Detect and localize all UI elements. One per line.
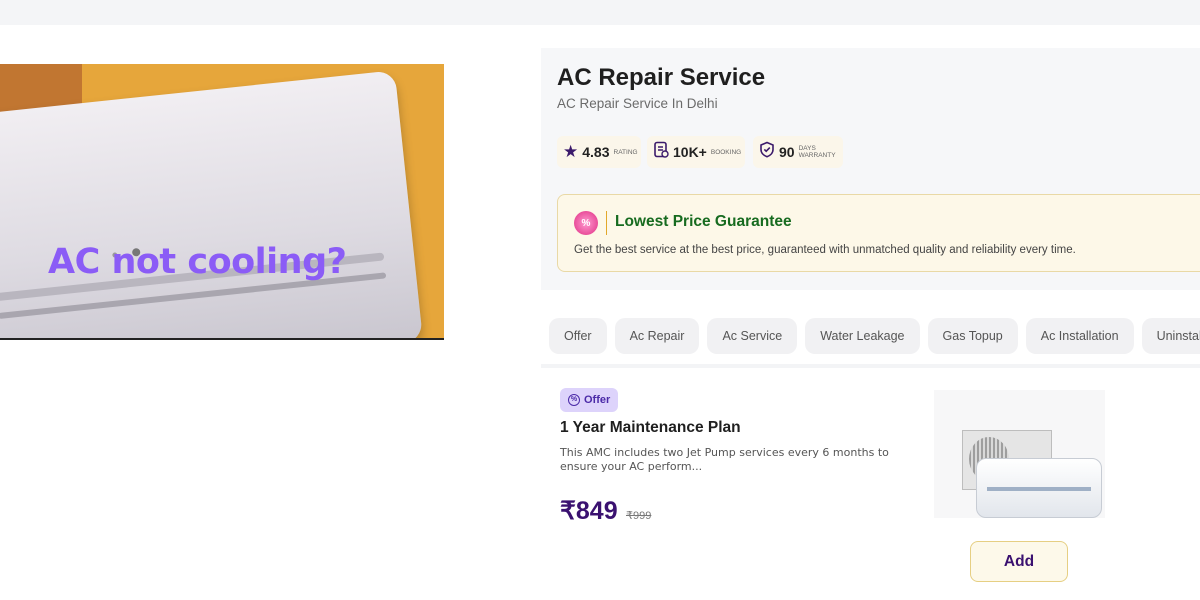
offer-badge: % Offer xyxy=(560,388,619,412)
hero-banner-image: AC not cooling? xyxy=(0,64,444,340)
rating-chip: ★ 4.83 RATING xyxy=(557,136,641,168)
guarantee-title: Lowest Price Guarantee xyxy=(615,213,792,230)
product-original-price: ₹999 xyxy=(626,510,652,522)
warranty-label: DAYS WARRANTY xyxy=(799,145,836,159)
page-subtitle: AC Repair Service In Delhi xyxy=(557,96,718,111)
product-description: This AMC includes two Jet Pump services … xyxy=(560,446,889,473)
tab-ac-service[interactable]: Ac Service xyxy=(707,318,798,354)
category-tabs: Offer Ac Repair Ac Service Water Leakage… xyxy=(541,318,1200,366)
guarantee-description: Get the best service at the best price, … xyxy=(574,244,1076,256)
tab-ac-repair[interactable]: Ac Repair xyxy=(614,318,700,354)
page-title: AC Repair Service xyxy=(557,64,766,91)
product-image xyxy=(934,390,1105,518)
warranty-value: 90 xyxy=(779,144,795,160)
indoor-unit-illustration xyxy=(976,458,1102,518)
tab-offer[interactable]: Offer xyxy=(549,318,607,354)
warranty-chip: 90 DAYS WARRANTY xyxy=(753,136,843,168)
tab-uninstallation[interactable]: Uninstallation xyxy=(1141,318,1200,354)
booking-value: 10K+ xyxy=(673,144,707,160)
tab-water-leakage[interactable]: Water Leakage xyxy=(805,318,920,354)
offer-badge-label: Offer xyxy=(584,394,611,406)
service-info-panel: AC Repair Service AC Repair Service In D… xyxy=(541,48,1200,290)
booking-label: BOOKING xyxy=(710,148,742,156)
price-guarantee-banner: % Lowest Price Guarantee Get the best se… xyxy=(557,194,1200,272)
warranty-label-line2: WARRANTY xyxy=(798,152,836,159)
offer-icon: % xyxy=(568,394,580,406)
tab-ac-installation[interactable]: Ac Installation xyxy=(1025,318,1134,354)
rating-label: RATING xyxy=(613,148,638,156)
divider xyxy=(606,211,607,235)
add-button[interactable]: Add xyxy=(970,541,1068,582)
booking-chip: 10K+ BOOKING xyxy=(647,136,745,168)
tab-gas-topup[interactable]: Gas Topup xyxy=(927,318,1018,354)
discount-badge-icon: % xyxy=(574,211,598,235)
product-title: 1 Year Maintenance Plan xyxy=(560,419,741,436)
top-bar xyxy=(0,0,1200,25)
indoor-unit-stripe xyxy=(987,487,1091,491)
shield-check-icon xyxy=(759,141,775,163)
rating-value: 4.83 xyxy=(582,144,610,160)
hero-heading: AC not cooling? xyxy=(48,242,347,282)
star-icon: ★ xyxy=(563,142,579,161)
tabs-divider xyxy=(541,364,1200,368)
booking-icon xyxy=(653,141,669,163)
product-price: ₹849 xyxy=(560,497,618,525)
ac-unit-illustration xyxy=(0,70,424,338)
warranty-label-line1: DAYS xyxy=(798,145,816,152)
